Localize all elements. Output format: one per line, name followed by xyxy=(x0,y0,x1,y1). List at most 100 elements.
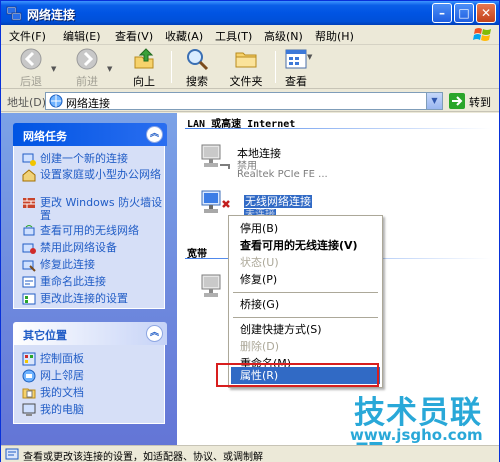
toolbar-separator xyxy=(275,51,276,83)
menu-disable[interactable]: 停用(B) xyxy=(231,220,380,237)
menu-create-shortcut[interactable]: 创建快捷方式(S) xyxy=(231,321,380,338)
address-bar: 地址(D) 网络连接 ▼ 转到 xyxy=(1,90,499,112)
up-button[interactable]: 向上 xyxy=(126,47,162,88)
close-button[interactable]: ✕ xyxy=(476,3,496,23)
maximize-button[interactable]: □ xyxy=(454,3,474,23)
folder-icon xyxy=(235,52,257,68)
place-label: 控制面板 xyxy=(40,352,84,365)
address-dropdown-icon[interactable]: ▼ xyxy=(426,93,442,109)
my-documents-icon xyxy=(22,388,36,399)
lan-computer-icon xyxy=(201,144,230,169)
network-neighborhood-icon xyxy=(22,369,36,383)
properties-highlight-box xyxy=(216,363,379,387)
task-setup-home-network[interactable]: 设置家庭或小型办公网络 xyxy=(22,168,164,182)
wireless-icon xyxy=(23,225,35,236)
task-rename-connection[interactable]: 重命名此连接 xyxy=(22,275,164,288)
forward-label: 前进 xyxy=(76,75,98,88)
my-computer-icon xyxy=(22,403,36,416)
collapse-chevron-icon[interactable]: ︽ xyxy=(146,325,163,342)
other-places-panel: 其它位置 ︽ 控制面板 网上邻居 我的文档 我的电脑 xyxy=(13,322,167,424)
menu-bridge[interactable]: 桥接(G) xyxy=(231,296,380,313)
settings-icon xyxy=(22,293,36,305)
task-label: 创建一个新的连接 xyxy=(40,152,128,165)
menu-view[interactable]: 查看(V) xyxy=(115,28,153,44)
toolbar-separator xyxy=(171,51,172,83)
folders-button[interactable]: 文件夹 xyxy=(223,47,269,88)
rename-icon xyxy=(22,276,36,288)
place-label: 我的电脑 xyxy=(40,403,84,416)
menu-repair[interactable]: 修复(P) xyxy=(231,271,380,288)
title-bar[interactable]: 网络连接 – □ ✕ xyxy=(1,1,499,25)
status-text: 查看或更改该连接的设置，如适配器、协议、或调制解 xyxy=(23,452,263,462)
place-my-documents[interactable]: 我的文档 xyxy=(22,386,164,399)
other-places-title: 其它位置 xyxy=(23,329,67,342)
place-control-panel[interactable]: 控制面板 xyxy=(22,352,164,366)
task-label: 设置家庭或小型办公网络 xyxy=(40,168,161,181)
task-label: 禁用此网络设备 xyxy=(40,241,117,254)
network-tasks-header[interactable]: 网络任务 ︽ xyxy=(13,123,167,146)
place-network-neighborhood[interactable]: 网上邻居 xyxy=(22,369,164,383)
go-button[interactable]: 转到 xyxy=(449,92,497,110)
task-firewall-settings[interactable]: 更改 Windows 防火墙设置 xyxy=(22,196,164,222)
broadband-computer-icon[interactable] xyxy=(199,271,231,303)
address-label: 地址(D) xyxy=(7,96,47,109)
search-label: 搜索 xyxy=(186,75,208,88)
menu-separator xyxy=(233,292,378,293)
info-icon xyxy=(5,448,19,460)
task-create-connection[interactable]: 创建一个新的连接 xyxy=(22,152,164,166)
go-arrow-icon xyxy=(449,93,465,109)
repair-icon xyxy=(22,260,36,272)
watermark-url: www.jsgho.com xyxy=(350,426,483,444)
menu-bar: 文件(F) 编辑(E) 查看(V) 收藏(A) 工具(T) 高级(N) 帮助(H… xyxy=(1,25,499,45)
menu-favorites[interactable]: 收藏(A) xyxy=(165,28,203,44)
task-repair-connection[interactable]: 修复此连接 xyxy=(22,258,164,272)
status-bar: 查看或更改该连接的设置，如适配器、协议、或调制解 xyxy=(1,445,499,462)
up-label: 向上 xyxy=(133,75,155,88)
menu-tools[interactable]: 工具(T) xyxy=(215,28,252,44)
task-disable-device[interactable]: 禁用此网络设备 xyxy=(22,241,164,254)
views-label: 查看 xyxy=(285,75,307,88)
menu-delete: 删除(D) xyxy=(240,340,280,353)
views-grid-icon xyxy=(285,49,307,69)
folders-label: 文件夹 xyxy=(229,75,263,88)
home-network-icon xyxy=(22,169,36,182)
collapse-chevron-icon[interactable]: ︽ xyxy=(146,126,163,143)
toolbar: 后退 ▼ 前进 ▼ 向上 搜索 文件夹 查看 ▼ xyxy=(1,45,499,89)
place-label: 我的文档 xyxy=(40,386,84,399)
menu-help[interactable]: 帮助(H) xyxy=(315,28,354,44)
window-title: 网络连接 xyxy=(27,8,76,22)
task-label: 更改 Windows 防火墙设置 xyxy=(40,196,163,222)
menu-file[interactable]: 文件(F) xyxy=(9,28,46,44)
back-arrow-icon xyxy=(20,48,42,70)
search-button[interactable]: 搜索 xyxy=(179,47,215,88)
views-dropdown-icon[interactable]: ▼ xyxy=(307,53,312,61)
minimize-button[interactable]: – xyxy=(432,3,452,23)
menu-view-wireless[interactable]: 查看可用的无线连接(V) xyxy=(231,237,380,254)
up-folder-icon xyxy=(134,48,154,69)
network-connections-icon xyxy=(49,94,63,108)
local-connection-device: Realtek PCIe FE ... xyxy=(237,169,328,180)
menu-edit[interactable]: 编辑(E) xyxy=(63,28,101,44)
task-change-settings[interactable]: 更改此连接的设置 xyxy=(22,292,164,305)
menu-status: 状态(U) xyxy=(240,256,279,269)
wireless-computer-icon xyxy=(201,190,230,213)
forward-button[interactable]: 前进 xyxy=(69,47,105,88)
task-label: 更改此连接的设置 xyxy=(40,292,128,305)
task-view-wireless[interactable]: 查看可用的无线网络 xyxy=(22,224,164,237)
task-label: 修复此连接 xyxy=(40,258,95,271)
network-tasks-panel: 网络任务 ︽ 创建一个新的连接 设置家庭或小型办公网络 更改 Windows 防… xyxy=(13,123,167,309)
new-connection-icon xyxy=(22,153,36,166)
address-input[interactable]: 网络连接 ▼ xyxy=(45,92,443,110)
back-button[interactable]: 后退 xyxy=(13,47,49,88)
place-my-computer[interactable]: 我的电脑 xyxy=(22,403,164,416)
back-dropdown-icon[interactable]: ▼ xyxy=(51,65,56,73)
group-divider xyxy=(185,128,491,129)
control-panel-icon xyxy=(22,352,36,366)
forward-dropdown-icon[interactable]: ▼ xyxy=(107,65,112,73)
menu-advanced[interactable]: 高级(N) xyxy=(264,28,303,44)
search-icon xyxy=(187,49,209,71)
other-places-header[interactable]: 其它位置 ︽ xyxy=(13,322,167,345)
task-label: 重命名此连接 xyxy=(40,275,106,288)
place-label: 网上邻居 xyxy=(40,369,84,382)
firewall-icon xyxy=(23,198,35,208)
